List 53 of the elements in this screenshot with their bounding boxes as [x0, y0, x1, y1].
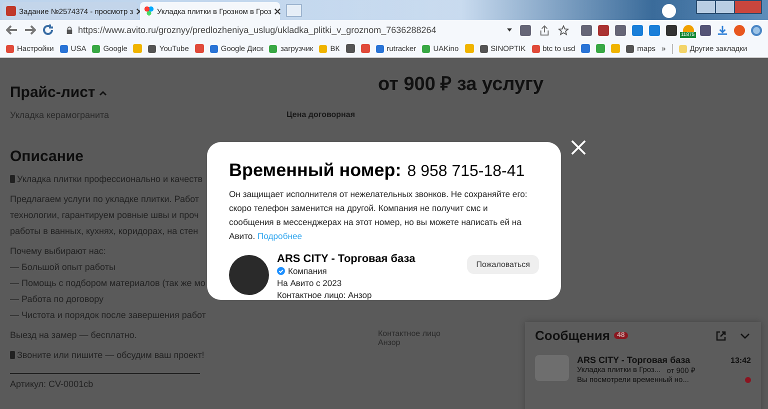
description-text: — Помощь с подбором материалов (так же мо [10, 278, 206, 288]
chat-name: ARS CITY - Торговая база [577, 355, 690, 365]
description-text: — Работа по договору [10, 294, 104, 304]
back-icon[interactable] [6, 24, 18, 36]
caret-icon[interactable] [507, 28, 512, 32]
section-heading: Описание [10, 148, 84, 165]
modal-title: Временный номер: [229, 160, 402, 181]
bookmark-icon[interactable] [194, 44, 204, 53]
description-text: Предлагаем услуги по укладке плитки. Работ [10, 194, 200, 204]
profile-icon[interactable] [662, 4, 676, 18]
phone-icon [10, 175, 15, 183]
description-text: Звоните или пишите — обсудим ваш проект! [17, 350, 204, 360]
extension-icon[interactable] [520, 24, 531, 36]
forward-icon[interactable] [24, 24, 36, 36]
download-icon[interactable] [717, 24, 728, 36]
chat-time: 13:42 [730, 356, 751, 364]
extension-icon[interactable] [598, 24, 609, 36]
messages-title: Сообщения [535, 328, 610, 343]
external-link-icon[interactable] [715, 330, 727, 342]
lock-icon [66, 26, 73, 34]
address-bar[interactable]: https://www.avito.ru/groznyy/predlozheniya_uslug/ukladka_plitki_v_groznom_7636288264 [60, 22, 575, 38]
extension-icon[interactable] [581, 24, 592, 36]
description-text: работы в ванных, кухнях, коридорах, на стен [10, 226, 198, 236]
service-price: Цена договорная [286, 110, 355, 120]
modal-text: Он защищает исполнителя от нежелательных звонков. Не сохраняйте его: скоро телефон заменится на другой. Компания не получит смс и сообщения в мессенджерах на этот номер, но вы можете написать ей на Авито. Подробнее [229, 188, 528, 243]
report-button[interactable]: Пожаловаться [467, 255, 539, 274]
description-text: Выезд на замер — бесплатно. [10, 330, 137, 340]
chevron-up-icon[interactable] [99, 90, 108, 96]
description-text: технологии, гарантируем ровные швы и проч [10, 210, 199, 220]
star-icon[interactable] [558, 24, 569, 36]
description-text: — Большой опыт работы [10, 262, 116, 272]
description-text: — Чистота и порядок после завершения работ [10, 310, 206, 320]
seller-type: Компания [288, 266, 327, 276]
close-icon[interactable] [274, 8, 282, 14]
seller-logo-placeholder [229, 255, 269, 295]
seller-since: На Авито с 2023 [277, 278, 343, 288]
site-icon [6, 6, 16, 16]
phone-icon [10, 351, 15, 359]
seller-name[interactable]: ARS CITY - Торговая база [277, 253, 460, 265]
extension-icon[interactable] [615, 24, 626, 36]
share-icon[interactable] [539, 24, 550, 36]
section-heading: Прайс-лист [10, 84, 96, 101]
phone-number: 8 958 715-18-41 [407, 163, 525, 181]
avatar-icon[interactable] [734, 24, 745, 36]
window-controls[interactable] [696, 0, 762, 14]
site-icon [144, 6, 154, 16]
article-number: Артикул: CV-0001cb [10, 379, 94, 389]
description-text: Почему выбирают нас: [10, 246, 106, 256]
price-heading: от 900 ₽ за услугу [378, 73, 544, 96]
description-text: Укладка плитки профессионально и качеств [17, 174, 203, 184]
seller-contact: Контактное лицо: Анзор [277, 290, 373, 300]
reload-icon[interactable] [42, 24, 54, 36]
extension-icon[interactable] [666, 24, 677, 36]
